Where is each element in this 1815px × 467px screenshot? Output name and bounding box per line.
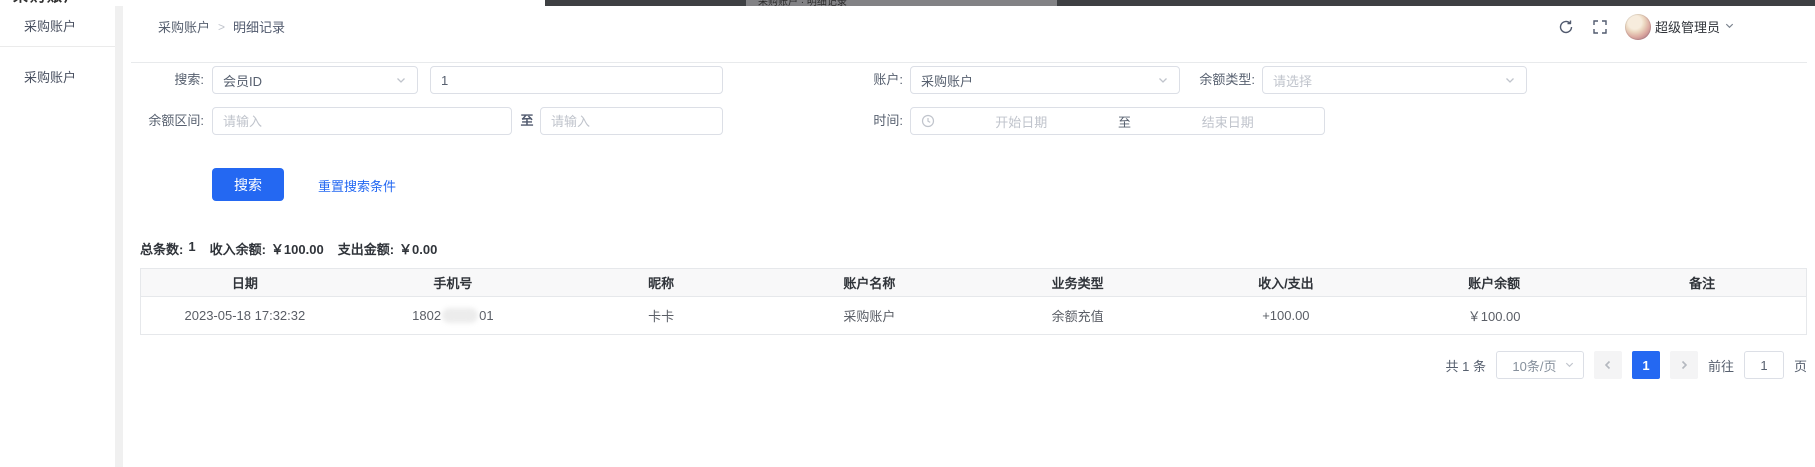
col-header-date: 日期 xyxy=(141,269,349,297)
search-keyword-input[interactable] xyxy=(430,66,723,94)
col-header-business-type: 业务类型 xyxy=(974,269,1182,297)
total-count-label: 总条数: xyxy=(140,239,183,258)
goto-label: 前往 xyxy=(1708,356,1734,375)
balance-type-label: 余额类型: xyxy=(1168,66,1255,94)
balance-min-input[interactable] xyxy=(212,107,512,135)
income-stat: 收入余额: ￥100.00 xyxy=(210,239,324,258)
goto-unit: 页 xyxy=(1794,356,1807,375)
chevron-down-icon xyxy=(1564,358,1575,373)
expense-label: 支出金额: xyxy=(338,239,394,258)
refresh-icon[interactable] xyxy=(1557,18,1575,36)
col-header-in-out: 收入/支出 xyxy=(1182,269,1390,297)
income-value: ￥100.00 xyxy=(271,239,324,258)
col-header-balance: 账户余额 xyxy=(1390,269,1598,297)
cell-remark xyxy=(1598,297,1806,335)
chevron-down-icon xyxy=(1504,74,1516,86)
phone-masked-blur xyxy=(442,308,478,323)
total-count-value: 1 xyxy=(188,239,195,258)
col-header-nickname: 昵称 xyxy=(557,269,765,297)
time-label: 时间: xyxy=(820,107,903,135)
cell-account-name: 采购账户 xyxy=(765,297,973,335)
account-value: 采购账户 xyxy=(921,71,1157,90)
total-count-stat: 总条数: 1 xyxy=(140,239,196,258)
date-separator: 至 xyxy=(1108,112,1142,131)
search-label: 搜索: xyxy=(120,66,204,94)
col-header-remark: 备注 xyxy=(1598,269,1806,297)
cell-balance: ￥100.00 xyxy=(1390,297,1598,335)
phone-suffix: 01 xyxy=(479,308,493,323)
page-size-value: 10条/页 xyxy=(1505,356,1564,375)
topbar: 采购账户 > 明细记录 超级管理员 xyxy=(123,6,1815,47)
table-header-row: 日期 手机号 昵称 账户名称 业务类型 收入/支出 账户余额 备注 xyxy=(141,269,1807,297)
cell-in-out: +100.00 xyxy=(1182,297,1390,335)
search-type-value: 会员ID xyxy=(223,71,395,90)
income-label: 收入余额: xyxy=(210,239,266,258)
pagination: 共 1 条 10条/页 1 前往 页 xyxy=(1446,351,1808,379)
sidebar-item-purchase-account[interactable]: 采购账户 xyxy=(0,62,115,94)
cell-date: 2023-05-18 17:32:32 xyxy=(141,297,349,335)
end-date-placeholder[interactable]: 结束日期 xyxy=(1142,112,1315,131)
balance-range-label: 余额区间: xyxy=(120,107,204,135)
breadcrumb-separator: > xyxy=(218,20,225,34)
cell-nickname: 卡卡 xyxy=(557,297,765,335)
range-separator: 至 xyxy=(516,107,538,135)
account-label: 账户: xyxy=(820,66,903,94)
user-name: 超级管理员 xyxy=(1655,17,1720,36)
col-header-account-name: 账户名称 xyxy=(765,269,973,297)
balance-type-select[interactable]: 请选择 xyxy=(1262,66,1527,94)
balance-type-placeholder: 请选择 xyxy=(1273,71,1504,90)
records-table: 日期 手机号 昵称 账户名称 业务类型 收入/支出 账户余额 备注 2023-0… xyxy=(140,268,1807,335)
prev-page-button[interactable] xyxy=(1594,351,1622,379)
sidebar: 采购账户 采购账户 xyxy=(0,6,115,467)
phone-prefix: 1802 xyxy=(412,308,441,323)
search-button[interactable]: 搜索 xyxy=(212,168,284,201)
next-page-button[interactable] xyxy=(1670,351,1698,379)
col-header-phone: 手机号 xyxy=(349,269,557,297)
sidebar-item-purchase-account-group[interactable]: 采购账户 xyxy=(0,6,115,47)
topbar-actions: 超级管理员 xyxy=(1557,6,1735,47)
goto-page-input[interactable] xyxy=(1744,351,1784,379)
account-select[interactable]: 采购账户 xyxy=(910,66,1180,94)
user-menu[interactable]: 超级管理员 xyxy=(1625,14,1735,40)
panel-top-border xyxy=(131,62,1807,63)
avatar[interactable] xyxy=(1625,14,1651,40)
date-range-picker[interactable]: 开始日期 至 结束日期 xyxy=(910,107,1325,135)
balance-max-input[interactable] xyxy=(540,107,723,135)
clock-icon xyxy=(921,114,935,128)
reset-search-link[interactable]: 重置搜索条件 xyxy=(318,176,396,195)
current-page-button[interactable]: 1 xyxy=(1632,351,1660,379)
search-type-select[interactable]: 会员ID xyxy=(212,66,418,94)
cell-phone: 1802 01 xyxy=(349,297,557,335)
breadcrumb: 采购账户 > 明细记录 xyxy=(158,6,285,47)
table-row[interactable]: 2023-05-18 17:32:32 180201 卡卡 采购账户 余额充值 … xyxy=(141,297,1807,335)
chevron-down-icon xyxy=(1724,19,1735,34)
expense-stat: 支出金额: ￥0.00 xyxy=(338,239,438,258)
page-size-select[interactable]: 10条/页 xyxy=(1496,351,1584,379)
fullscreen-icon[interactable] xyxy=(1591,18,1609,36)
breadcrumb-item-purchase-account[interactable]: 采购账户 xyxy=(158,17,210,36)
summary-stats: 总条数: 1 收入余额: ￥100.00 支出金额: ￥0.00 xyxy=(140,239,437,258)
chevron-down-icon xyxy=(395,74,407,86)
expense-value: ￥0.00 xyxy=(399,239,437,258)
pagination-total: 共 1 条 xyxy=(1446,356,1486,375)
breadcrumb-item-detail-records: 明细记录 xyxy=(233,17,285,36)
start-date-placeholder[interactable]: 开始日期 xyxy=(935,112,1108,131)
cell-business-type: 余额充值 xyxy=(974,297,1182,335)
